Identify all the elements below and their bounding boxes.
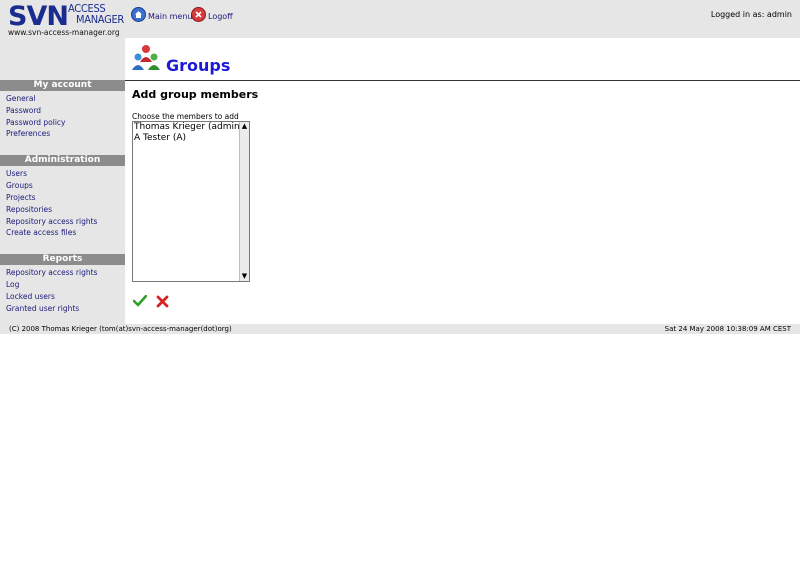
- section-title: Add group members: [132, 88, 259, 101]
- logoff-icon: [191, 7, 206, 22]
- logo-access-manager-text: ACCESS MANAGER: [68, 3, 124, 25]
- sidebar-item-password-policy[interactable]: Password policy: [6, 118, 66, 127]
- main-menu-link[interactable]: Main menu: [131, 7, 193, 22]
- scroll-up-arrow-icon[interactable]: ▲: [240, 122, 249, 131]
- page-title: Groups: [166, 56, 231, 75]
- sidebar-item-groups[interactable]: Groups: [6, 181, 33, 190]
- logoff-link[interactable]: Logoff: [191, 7, 233, 22]
- red-x-icon: [156, 295, 169, 308]
- footer-copyright: (C) 2008 Thomas Krieger (tom(at)svn-acce…: [9, 325, 232, 333]
- sidebar-item-log[interactable]: Log: [6, 280, 19, 289]
- logo[interactable]: SVN ACCESS MANAGER www.svn-access-manage…: [6, 2, 124, 38]
- sidebar-section-reports: Reports: [0, 254, 125, 265]
- main-menu-label: Main menu: [148, 12, 193, 21]
- member-option[interactable]: Thomas Krieger (admin): [134, 122, 243, 132]
- sidebar-item-projects[interactable]: Projects: [6, 193, 36, 202]
- members-select[interactable]: Thomas Krieger (admin) A Tester (A) ▲ ▼: [132, 121, 250, 282]
- footer: (C) 2008 Thomas Krieger (tom(at)svn-acce…: [0, 324, 800, 334]
- sidebar-item-users[interactable]: Users: [6, 169, 27, 178]
- sidebar-item-locked-users[interactable]: Locked users: [6, 292, 55, 301]
- logo-url: www.svn-access-manager.org: [8, 28, 120, 37]
- sidebar-item-repository-access-rights[interactable]: Repository access rights: [6, 217, 97, 226]
- sidebar-section-administration: Administration: [0, 155, 125, 166]
- members-label: Choose the members to add: [132, 112, 239, 121]
- page-header: Groups: [125, 38, 800, 81]
- cancel-button[interactable]: [156, 295, 169, 308]
- groups-icon: [132, 45, 160, 70]
- sidebar-item-granted-user-rights[interactable]: Granted user rights: [6, 304, 79, 313]
- sidebar: My account General Password Password pol…: [0, 38, 125, 324]
- sidebar-item-repositories[interactable]: Repositories: [6, 205, 52, 214]
- logo-manager: MANAGER: [76, 13, 124, 26]
- sidebar-item-password[interactable]: Password: [6, 106, 41, 115]
- sidebar-item-create-access-files[interactable]: Create access files: [6, 228, 76, 237]
- footer-date: Sat 24 May 2008 10:38:09 AM CEST: [664, 325, 791, 333]
- home-icon: [131, 7, 146, 22]
- scroll-down-arrow-icon[interactable]: ▼: [240, 272, 249, 281]
- submit-button[interactable]: [133, 295, 147, 307]
- logoff-label: Logoff: [208, 12, 233, 21]
- sidebar-section-my-account: My account: [0, 80, 125, 91]
- sidebar-item-preferences[interactable]: Preferences: [6, 129, 50, 138]
- sidebar-item-general[interactable]: General: [6, 94, 36, 103]
- header: SVN ACCESS MANAGER www.svn-access-manage…: [0, 0, 800, 38]
- member-option[interactable]: A Tester (A): [134, 133, 186, 143]
- checkmark-icon: [133, 295, 147, 307]
- logged-in-status: Logged in as: admin: [710, 10, 792, 19]
- sidebar-item-report-repository-access-rights[interactable]: Repository access rights: [6, 268, 97, 277]
- members-scrollbar[interactable]: ▲ ▼: [239, 122, 249, 281]
